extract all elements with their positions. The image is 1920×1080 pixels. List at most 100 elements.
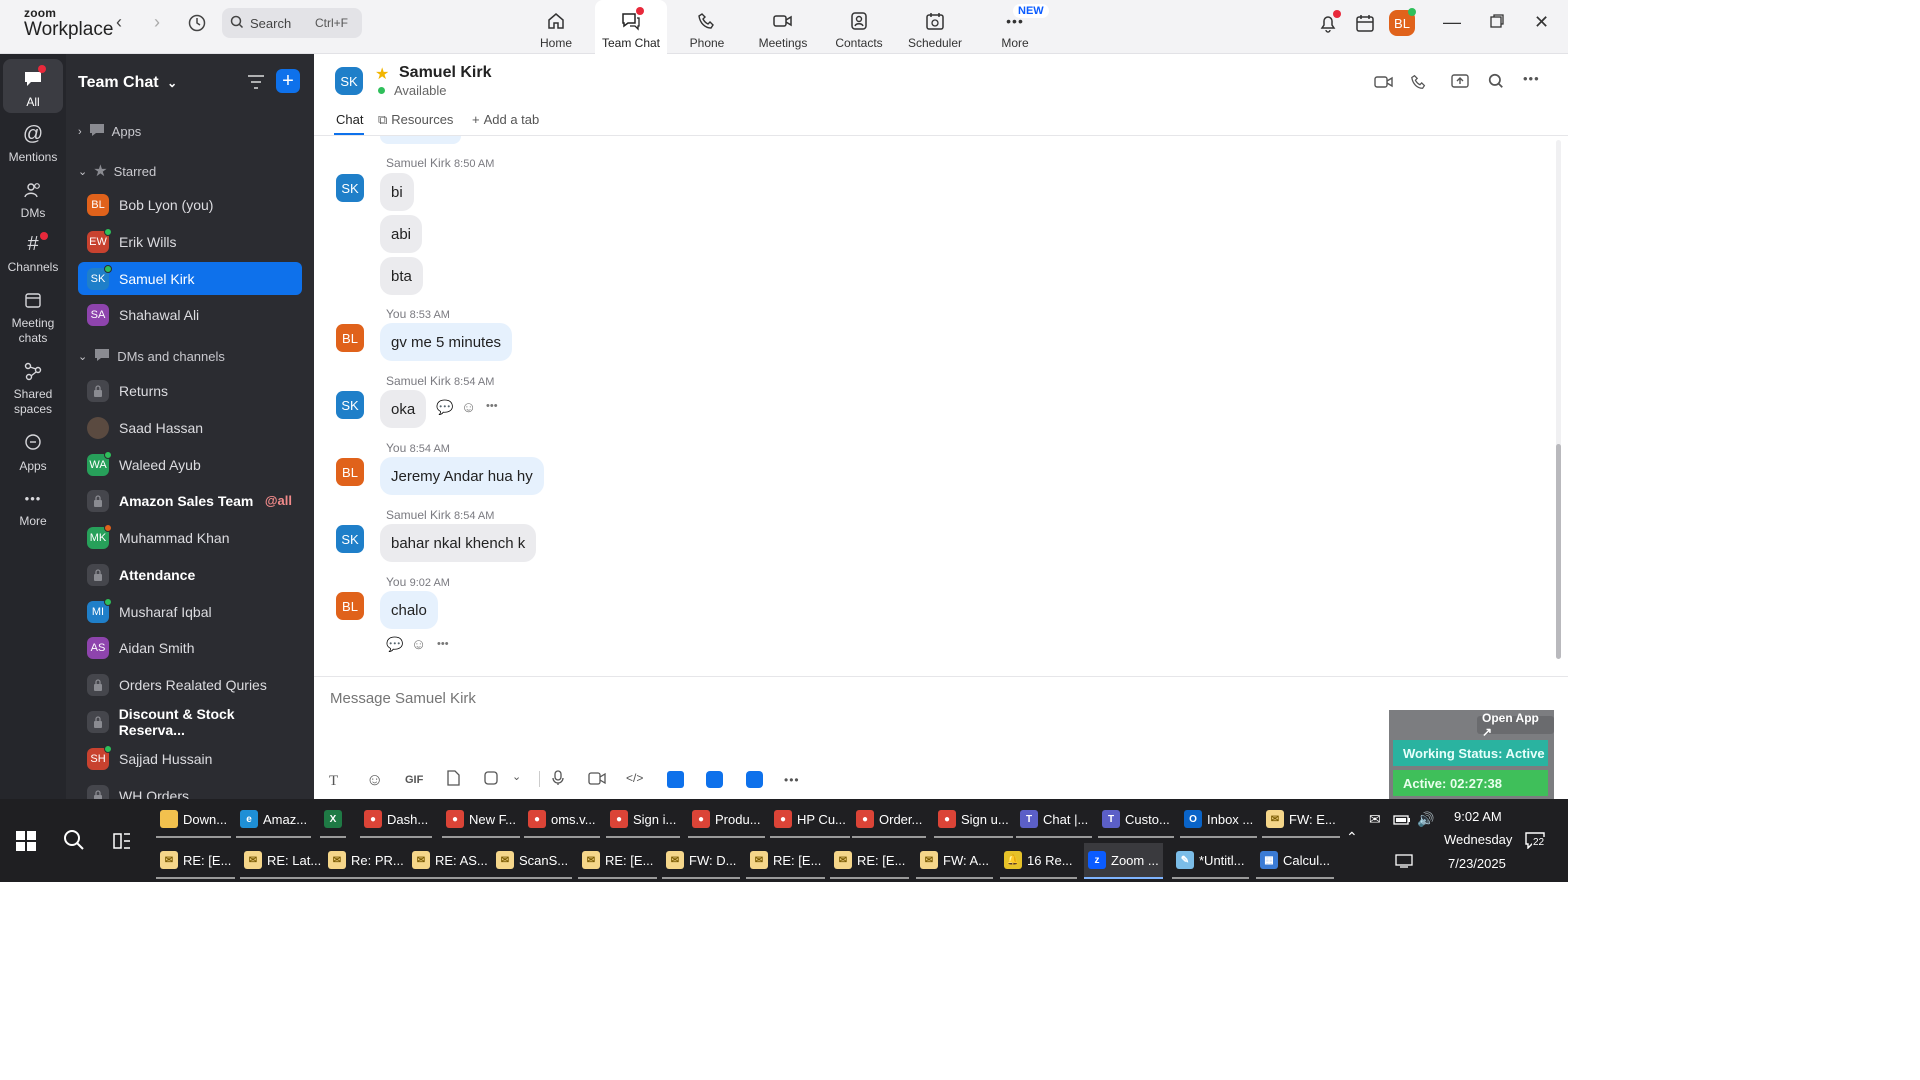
tab-phone[interactable]: Phone <box>671 0 743 54</box>
sidebar-item-orders-realated-quries[interactable]: Orders Realated Quries <box>78 668 302 701</box>
taskbar-app-chrome[interactable]: ● Dash... <box>360 802 433 838</box>
minimize-icon[interactable]: — <box>1443 12 1461 33</box>
text-format-icon[interactable]: T <box>329 773 338 790</box>
chevron-down-icon[interactable]: ⌄ <box>512 770 521 783</box>
taskbar-app-teams[interactable]: T Custo... <box>1098 802 1174 838</box>
taskbar-app-mail[interactable]: ✉ RE: [E... <box>156 843 236 879</box>
taskbar-app-mail[interactable]: ✉ RE: [E... <box>578 843 658 879</box>
more-tools-icon[interactable]: ••• <box>784 773 800 787</box>
restore-icon[interactable] <box>1489 13 1505 34</box>
message-avatar[interactable]: SK <box>336 525 364 553</box>
rail-apps[interactable]: Apps <box>0 431 66 474</box>
taskbar-app-chrome[interactable]: ● HP Cu... <box>770 802 850 838</box>
taskbar-app-mail[interactable]: ✉ FW: D... <box>662 843 741 879</box>
calendar-icon[interactable] <box>1354 12 1376 37</box>
taskbar-app-chrome[interactable]: ● Produ... <box>688 802 765 838</box>
taskbar-app-folder[interactable]: Down... <box>156 802 232 838</box>
emoji-icon[interactable]: ☺ <box>366 770 383 790</box>
filter-icon[interactable] <box>247 74 265 93</box>
taskbar-time[interactable]: 9:02 AM <box>1454 809 1502 824</box>
message-avatar[interactable]: BL <box>336 324 364 352</box>
message-bubble[interactable]: oka <box>380 390 427 428</box>
notification-center-icon[interactable]: 22 <box>1524 831 1546 852</box>
app-shortcut-icon[interactable] <box>706 771 723 788</box>
tab-team-chat[interactable]: Team Chat <box>595 0 667 54</box>
gif-button[interactable]: GIF <box>405 774 423 786</box>
tab-scheduler[interactable]: Scheduler <box>899 0 971 54</box>
mail-tray-icon[interactable]: ✉ <box>1369 811 1381 828</box>
taskbar-app-teams[interactable]: T Chat |... <box>1016 802 1093 838</box>
message-avatar[interactable]: SK <box>336 391 364 419</box>
taskbar-app-excel[interactable]: X <box>320 802 346 838</box>
message-avatar[interactable]: BL <box>336 592 364 620</box>
video-message-icon[interactable] <box>588 772 606 788</box>
taskbar-app-bell[interactable]: 🔔 16 Re... <box>1000 843 1077 879</box>
taskbar-app-mail[interactable]: ✉ RE: [E... <box>830 843 910 879</box>
message-avatar[interactable]: SK <box>336 174 364 202</box>
add-reaction-icon[interactable]: ☺ <box>411 636 426 653</box>
rail-mentions[interactable]: @ Mentions <box>0 122 66 165</box>
taskbar-app-edge[interactable]: e Amaz... <box>236 802 312 838</box>
phone-call-icon[interactable] <box>1410 73 1428 94</box>
sidebar-item-attendance[interactable]: Attendance <box>78 558 302 591</box>
message-more-icon[interactable]: ••• <box>486 400 498 412</box>
message-bubble[interactable]: Jeremy Andar hua hy <box>380 457 544 495</box>
video-call-icon[interactable] <box>1374 74 1394 93</box>
taskbar-app-zoom[interactable]: z Zoom ... <box>1084 843 1163 879</box>
sidebar-item-wh-orders[interactable]: WH Orders <box>78 779 302 799</box>
message-bubble[interactable]: bi <box>380 173 414 211</box>
battery-icon[interactable] <box>1393 813 1411 829</box>
taskbar-search-icon[interactable] <box>62 828 86 855</box>
back-arrow-icon[interactable]: ‹ <box>116 12 122 33</box>
taskbar-app-mail[interactable]: ✉ FW: E... <box>1262 802 1340 838</box>
sidebar-item-muhammad-khan[interactable]: MK Muhammad Khan <box>78 521 302 554</box>
star-icon[interactable]: ★ <box>375 64 389 84</box>
screenshot-icon[interactable] <box>483 770 499 789</box>
windows-start-icon[interactable] <box>16 831 36 854</box>
share-screen-icon[interactable] <box>1451 73 1469 92</box>
history-icon[interactable] <box>187 13 207 36</box>
working-status-badge[interactable]: Working Status: Active <box>1393 740 1548 766</box>
rail-all[interactable]: All <box>3 59 63 113</box>
close-icon[interactable]: ✕ <box>1534 12 1549 33</box>
taskbar-app-mail[interactable]: ✉ RE: [E... <box>746 843 826 879</box>
tab-more[interactable]: ••• More NEW <box>979 0 1051 54</box>
message-bubble[interactable]: abi <box>380 215 423 253</box>
sidebar-item-samuel-kirk[interactable]: SK Samuel Kirk <box>78 262 302 295</box>
rail-meeting-chats[interactable]: Meeting chats <box>0 288 66 346</box>
microphone-icon[interactable] <box>552 770 564 789</box>
task-view-icon[interactable] <box>112 831 132 854</box>
apps-section-header[interactable]: › Apps <box>78 122 141 141</box>
app-shortcut-icon[interactable] <box>667 771 684 788</box>
tab-contacts[interactable]: Contacts <box>823 0 895 54</box>
sidebar-item-saad-hassan[interactable]: Saad Hassan <box>78 411 302 444</box>
open-app-button[interactable]: Open App ↗ <box>1477 711 1554 739</box>
message-bubble[interactable]: chalo <box>380 591 438 629</box>
chat-header-avatar[interactable]: SK <box>335 67 363 95</box>
taskbar-app-outlook[interactable]: O Inbox ... <box>1180 802 1258 838</box>
taskbar-app-mail[interactable]: ✉ ScanS... <box>492 843 573 879</box>
message-more-icon[interactable]: ••• <box>437 638 449 650</box>
taskbar-app-chrome[interactable]: ● Sign u... <box>934 802 1013 838</box>
taskbar-app-chrome[interactable]: ● Sign i... <box>606 802 681 838</box>
taskbar-app-mail[interactable]: ✉ RE: Lat... <box>240 843 326 879</box>
tab-chat[interactable]: Chat <box>336 112 363 127</box>
rail-more[interactable]: ••• More <box>0 486 66 529</box>
search-bar[interactable]: Search Ctrl+F <box>222 8 362 38</box>
tab-home[interactable]: Home <box>520 0 592 54</box>
rail-shared-spaces[interactable]: Shared spaces <box>0 359 66 417</box>
sidebar-item-waleed-ayub[interactable]: WA Waleed Ayub <box>78 448 302 481</box>
scrollbar-thumb[interactable] <box>1556 444 1561 659</box>
message-bubble[interactable]: bahar nkal khench k <box>380 524 537 562</box>
code-snippet-icon[interactable]: </> <box>626 771 643 785</box>
new-chat-plus-button[interactable]: + <box>276 69 300 93</box>
tab-add[interactable]: + Add a tab <box>472 112 539 127</box>
volume-icon[interactable]: 🔊 <box>1417 811 1434 828</box>
taskbar-app-chrome[interactable]: ● Order... <box>852 802 927 838</box>
taskbar-app-chrome[interactable]: ● New F... <box>442 802 520 838</box>
notifications-bell-icon[interactable] <box>1317 10 1341 37</box>
app-shortcut-icon[interactable] <box>746 771 763 788</box>
dms-section-header[interactable]: ⌄ DMs and channels <box>78 347 225 366</box>
file-icon[interactable] <box>446 770 460 789</box>
search-icon[interactable] <box>1488 73 1504 92</box>
